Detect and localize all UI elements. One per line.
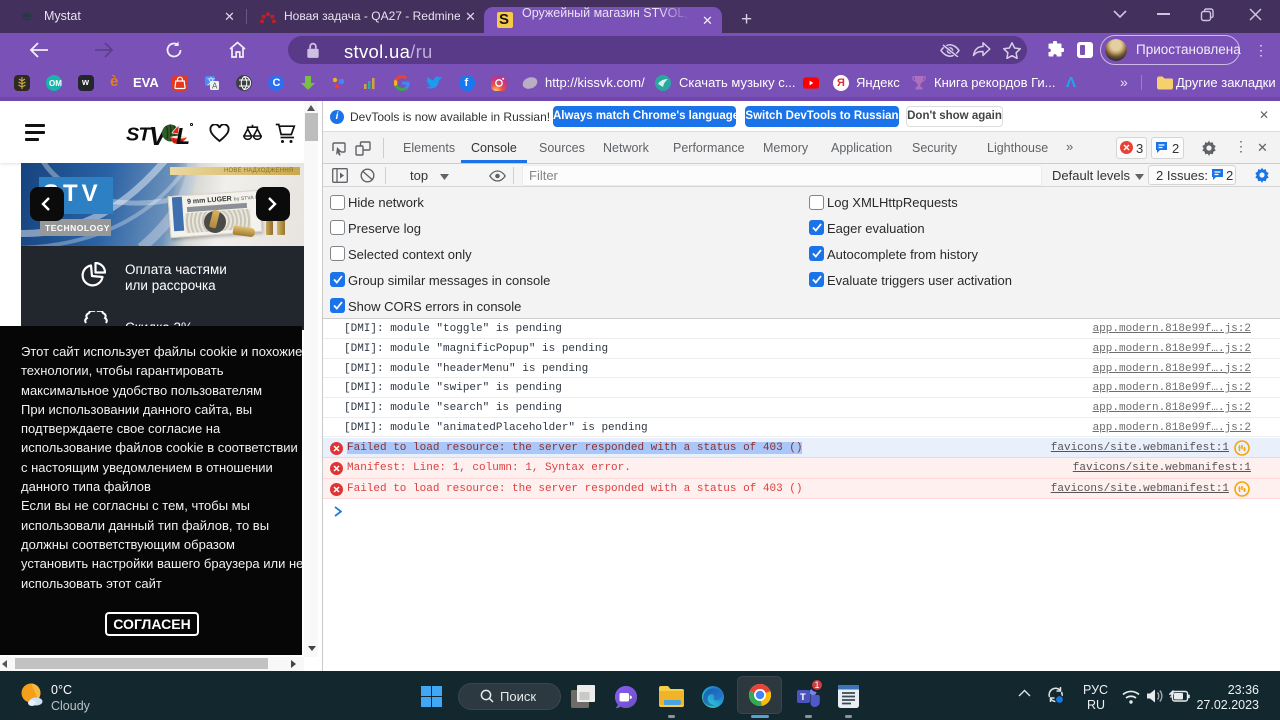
svg-text:A: A xyxy=(212,82,218,91)
svg-text:T: T xyxy=(800,692,806,703)
